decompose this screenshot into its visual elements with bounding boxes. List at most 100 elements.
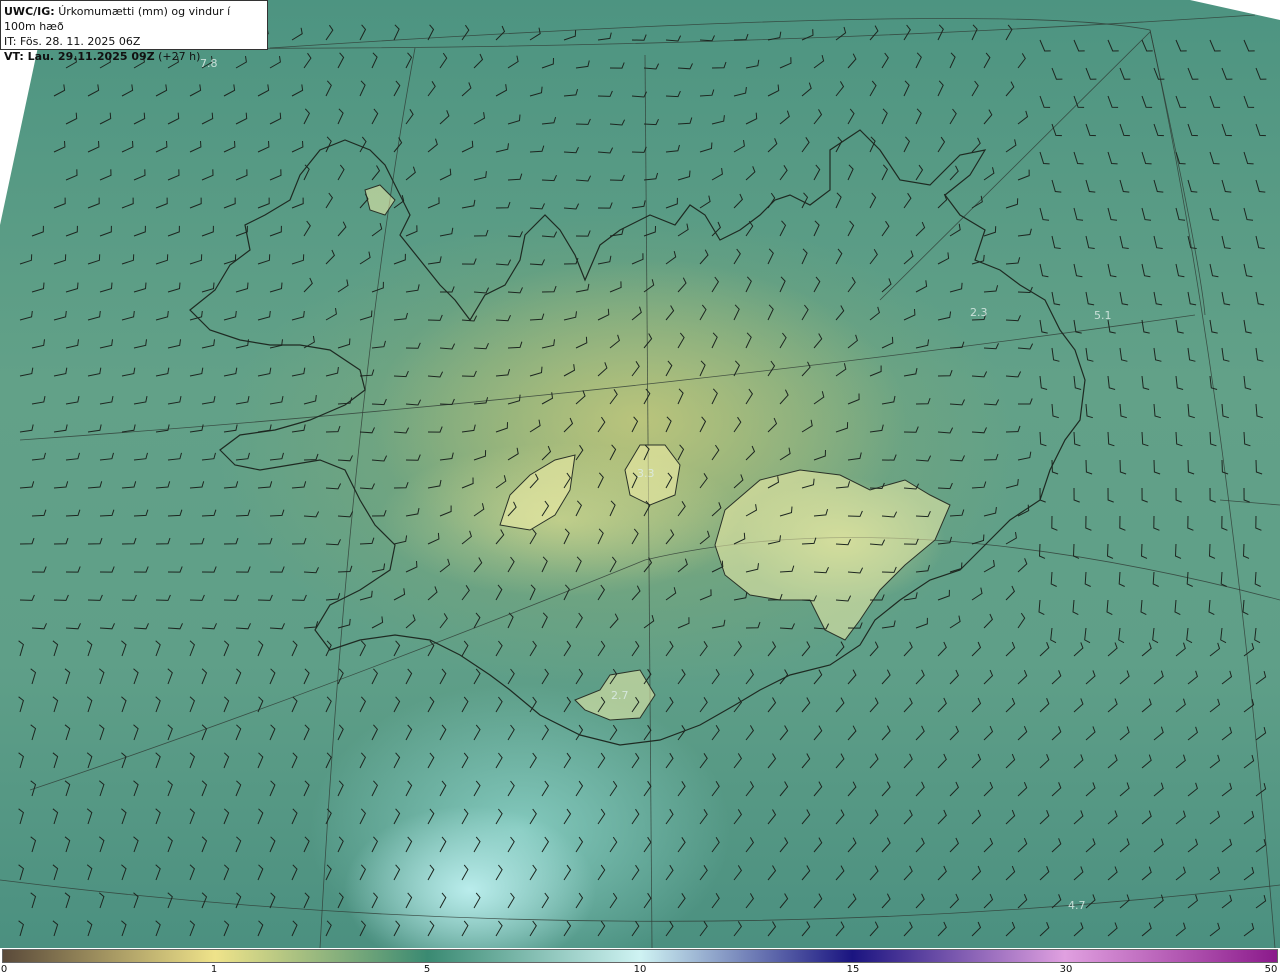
wind-barb [541,892,550,909]
wind-barb [31,396,46,405]
wind-barb [1140,543,1148,559]
wind-barb [427,314,443,321]
wind-barb [869,865,879,881]
wind-barb [563,203,580,210]
wind-barb [99,566,115,573]
wind-barb [745,781,755,797]
wind-barb [64,836,71,853]
wind-barb [337,892,344,909]
wind-barb [461,199,476,209]
wind-barb [291,84,304,97]
wind-barb [495,864,503,881]
wind-barb [869,306,880,321]
wind-barb [1005,479,1019,489]
wind-barb [937,193,948,209]
wind-barb [903,308,916,321]
wind-barb [1141,375,1150,390]
wind-barb [427,426,443,433]
wind-barb [257,920,264,937]
wind-barb [597,255,612,265]
wind-barb [711,502,722,517]
wind-barb [121,864,127,881]
wind-barb [303,780,310,797]
wind-barb [371,724,378,741]
wind-barb [609,389,618,405]
value-label-southeast-sea: 4.7 [1068,899,1086,912]
wind-barb [325,249,335,265]
wind-barb [439,110,450,125]
wind-barb [609,613,619,629]
wind-barb [699,473,708,489]
wind-barb [677,223,689,237]
wind-barb [949,837,959,853]
wind-barb [52,920,59,937]
wind-barb [869,249,878,265]
wind-barb [801,82,812,97]
wind-barb [1255,67,1267,80]
issue-time: IT: Fös. 28. 11. 2025 06Z [4,35,141,48]
wind-barb [949,893,959,909]
wind-barb [949,108,957,125]
wind-barb [439,780,447,797]
wind-barb [779,669,789,685]
wind-barb [835,921,845,937]
wind-barb [609,724,618,741]
wind-barb [189,808,195,825]
wind-barb [461,82,472,97]
wind-barb [1187,670,1198,685]
wind-barb [983,109,993,125]
wind-barb [609,556,617,573]
wind-barb [733,591,748,601]
weather-map[interactable]: 7.8 2.3 5.1 3.3 2.7 4.7 UWC/IG: Úrkomumæ… [0,0,1280,948]
wind-barb [337,836,344,853]
wind-barb [915,398,931,405]
wind-barb [1243,810,1255,825]
wind-barb [903,865,913,881]
wind-barb [1141,642,1152,657]
wind-barb [971,587,983,601]
wind-barb [269,724,276,741]
wind-barb [405,560,418,573]
wind-barb [155,140,168,153]
wind-barb [971,921,982,937]
wind-barb [359,193,369,209]
wind-barb [903,641,913,657]
wind-barb [1085,235,1095,249]
wind-barb [1243,487,1250,503]
wind-barb [405,166,416,181]
wind-barb [257,424,272,433]
wind-barb [1141,754,1152,769]
wind-barb [1085,403,1093,419]
wind-barb [359,864,367,881]
wind-barb [609,780,618,797]
wind-barb [1209,431,1217,447]
wind-barb [563,864,572,881]
wind-barb [541,57,554,69]
wind-barb [643,279,655,293]
wind-barb [1242,599,1249,616]
wind-barb [1141,207,1152,221]
wind-barb [1208,599,1215,616]
wind-barb [53,197,66,209]
wind-barb [767,697,777,713]
wind-barb [31,282,45,293]
wind-barb [1243,375,1252,390]
wind-barb [201,892,208,909]
wind-barb [393,864,401,881]
wind-barb [1187,347,1196,362]
wind-barb [167,892,173,909]
wind-barb [915,725,925,741]
wind-barb [1153,782,1164,797]
wind-barb [461,370,477,377]
wind-barb [87,254,101,265]
wind-barb [609,119,626,126]
wind-barb [563,752,572,769]
wind-barb [665,696,674,713]
wind-barb [677,669,686,685]
wind-barb [847,781,857,797]
wind-barb [1175,642,1186,657]
wind-barb [643,63,660,70]
wind-barb [18,696,24,713]
wind-barb [1085,838,1096,853]
wind-barb [65,509,81,517]
